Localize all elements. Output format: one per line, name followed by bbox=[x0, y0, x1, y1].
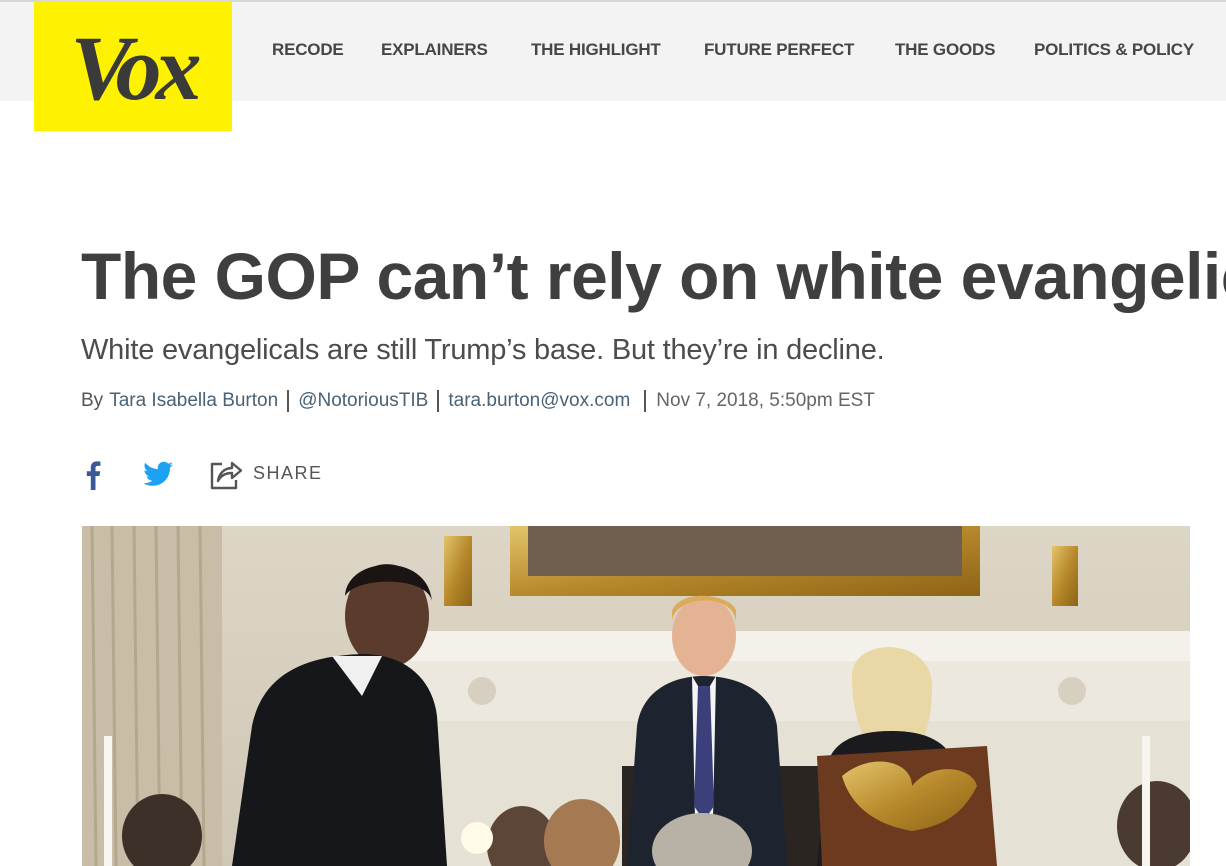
headline-container: The GOP can’t rely on white evangelicals… bbox=[0, 230, 1226, 330]
facebook-share-button[interactable] bbox=[80, 454, 104, 494]
nav-item-future-perfect[interactable]: FUTURE PERFECT bbox=[704, 40, 854, 60]
article-dek: White evangelicals are still Trump’s bas… bbox=[81, 334, 885, 366]
nav-item-recode[interactable]: RECODE bbox=[272, 40, 344, 60]
svg-text:Vox: Vox bbox=[70, 17, 199, 119]
share-button[interactable] bbox=[208, 454, 244, 494]
byline-divider bbox=[644, 390, 647, 412]
nav-item-the-goods[interactable]: THE GOODS bbox=[895, 40, 995, 60]
nav-item-the-highlight[interactable]: THE HIGHLIGHT bbox=[531, 40, 661, 60]
author-twitter-link[interactable]: @NotoriousTIB bbox=[298, 390, 428, 412]
share-arrow-icon bbox=[210, 461, 243, 490]
author-link[interactable]: Tara Isabella Burton bbox=[109, 390, 278, 412]
article-headline: The GOP can’t rely on white evangelicals… bbox=[81, 239, 1226, 313]
byline-divider bbox=[437, 390, 440, 412]
author-email-link[interactable]: tara.burton@vox.com bbox=[448, 390, 630, 412]
byline-divider bbox=[287, 390, 290, 412]
vox-logo-mark: Vox bbox=[70, 17, 205, 119]
hero-photo[interactable] bbox=[82, 526, 1190, 866]
facebook-icon bbox=[86, 461, 101, 490]
twitter-icon bbox=[143, 461, 173, 486]
publish-date: Nov 7, 2018, 5:50pm EST bbox=[656, 390, 875, 411]
share-label[interactable]: SHARE bbox=[253, 463, 323, 484]
nav-item-politics-policy[interactable]: POLITICS & POLICY bbox=[1034, 40, 1194, 60]
nav-item-explainers[interactable]: EXPLAINERS bbox=[381, 40, 488, 60]
vox-logo[interactable]: Vox bbox=[34, 2, 232, 131]
hero-photo-image bbox=[82, 526, 1190, 866]
byline: By Tara Isabella Burton @NotoriousTIB ta… bbox=[81, 388, 875, 414]
twitter-share-button[interactable] bbox=[141, 454, 175, 494]
byline-prefix: By bbox=[81, 390, 104, 411]
